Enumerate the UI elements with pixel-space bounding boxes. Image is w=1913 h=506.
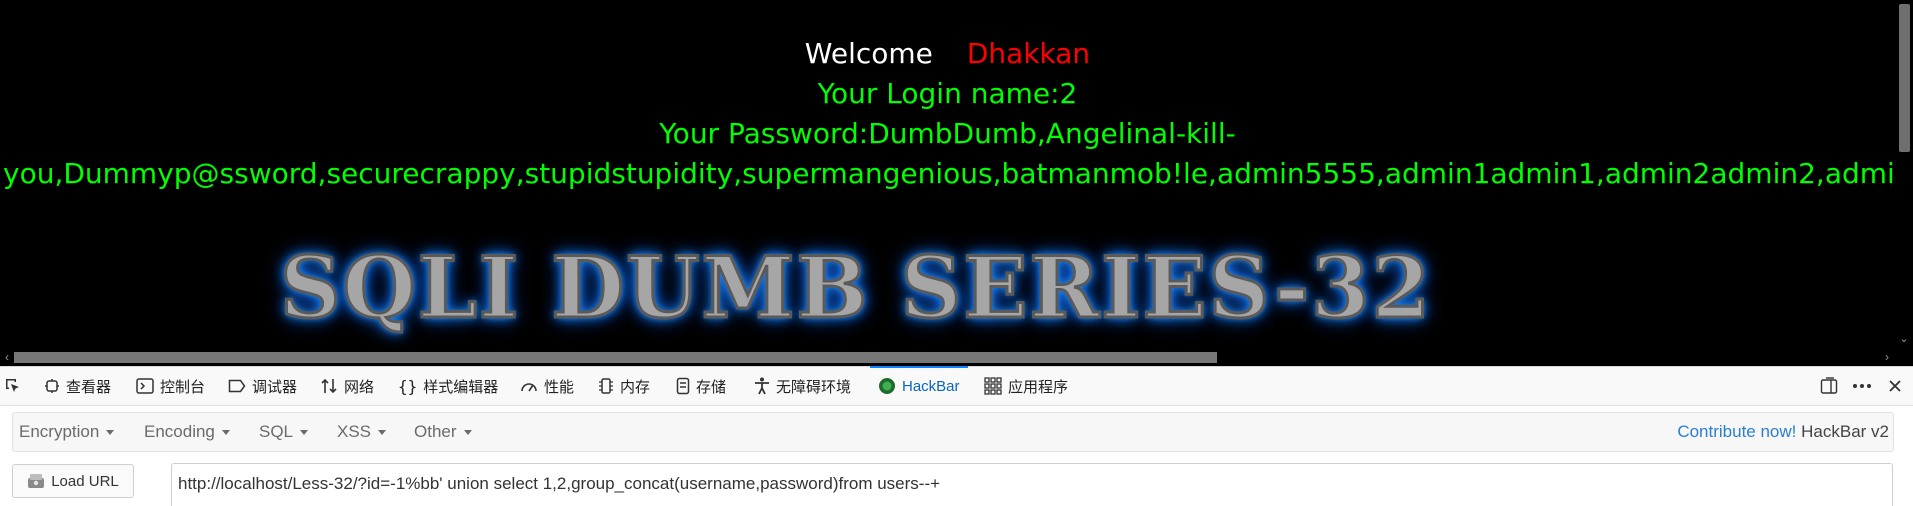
tab-memory[interactable]: 内存 bbox=[598, 367, 650, 405]
tab-storage[interactable]: 存储 bbox=[676, 367, 726, 405]
tab-label: 应用程序 bbox=[1008, 378, 1069, 396]
tab-performance[interactable]: 性能 bbox=[520, 367, 574, 405]
tab-label: 无障碍环境 bbox=[776, 378, 852, 396]
dropdown-label: SQL bbox=[259, 422, 294, 441]
page-viewport: Welcome Dhakkan Your Login name:2 Your Pa… bbox=[0, 0, 1913, 366]
tab-label: HackBar bbox=[902, 377, 960, 395]
dropdown-label: Encoding bbox=[144, 422, 215, 441]
vertical-scrollbar[interactable]: ⌄ bbox=[1895, 0, 1913, 348]
username-text: Dhakkan bbox=[966, 37, 1091, 70]
tab-accessibility[interactable]: 无障碍环境 bbox=[754, 367, 851, 405]
storage-icon bbox=[676, 377, 690, 395]
dock-side-button[interactable] bbox=[1820, 367, 1838, 405]
series-banner-logo: SQLI DUMB SERIES-32 bbox=[278, 238, 1433, 337]
dropdown-label: Encryption bbox=[19, 422, 100, 441]
hackbar-icon bbox=[879, 378, 895, 394]
load-url-label: Load URL bbox=[51, 472, 119, 490]
accessibility-icon bbox=[755, 377, 769, 395]
tab-inspector[interactable]: 查看器 bbox=[44, 367, 111, 405]
scroll-left-icon[interactable]: ‹ bbox=[1, 350, 13, 364]
caret-down-icon bbox=[300, 430, 309, 436]
tab-application[interactable]: 应用程序 bbox=[984, 367, 1068, 405]
page-content: Welcome Dhakkan Your Login name:2 Your Pa… bbox=[0, 0, 1895, 348]
hackbar-menu-bar: Encryption Encoding SQL XSS Other Contri… bbox=[12, 412, 1894, 452]
xss-dropdown[interactable]: XSS bbox=[337, 413, 387, 451]
more-options-button[interactable] bbox=[1852, 367, 1872, 405]
caret-down-icon bbox=[221, 430, 230, 436]
inspector-icon bbox=[45, 379, 59, 393]
scroll-right-icon[interactable]: › bbox=[1881, 350, 1893, 364]
style-editor-icon: {} bbox=[398, 376, 418, 396]
contribute-link[interactable]: Contribute now! bbox=[1677, 422, 1796, 441]
tab-label: 网络 bbox=[344, 378, 375, 396]
tab-network[interactable]: 网络 bbox=[320, 367, 374, 405]
login-name-line: Your Login name:2 bbox=[817, 77, 1078, 110]
caret-down-icon bbox=[378, 430, 387, 436]
vertical-scroll-thumb[interactable] bbox=[1899, 4, 1910, 152]
encryption-dropdown[interactable]: Encryption bbox=[19, 413, 115, 451]
tab-label: 存储 bbox=[696, 378, 727, 396]
welcome-line: Welcome Dhakkan bbox=[0, 34, 1895, 74]
tab-label: 控制台 bbox=[160, 378, 206, 396]
tab-debugger[interactable]: 调试器 bbox=[228, 367, 297, 405]
other-dropdown[interactable]: Other bbox=[414, 413, 472, 451]
tab-label: 查看器 bbox=[66, 378, 112, 396]
dropdown-label: XSS bbox=[337, 422, 372, 441]
caret-down-icon bbox=[463, 430, 472, 436]
load-url-icon bbox=[28, 474, 45, 488]
element-picker-icon bbox=[6, 379, 19, 392]
more-options-icon bbox=[1853, 384, 1871, 388]
dock-side-icon bbox=[1820, 377, 1838, 394]
sql-dropdown[interactable]: SQL bbox=[259, 413, 309, 451]
close-icon bbox=[1889, 380, 1901, 392]
load-url-button[interactable]: Load URL bbox=[12, 464, 134, 498]
caret-down-icon bbox=[106, 430, 115, 436]
scrollbar-corner bbox=[1895, 348, 1913, 366]
tab-console[interactable]: 控制台 bbox=[136, 367, 205, 405]
devtools-toolbar: 查看器 控制台 调试器 网络 {} 样式编辑器 性能 内存 存储 无障碍环境 H… bbox=[0, 366, 1913, 406]
tab-label: 调试器 bbox=[252, 378, 298, 396]
encoding-dropdown[interactable]: Encoding bbox=[144, 413, 230, 451]
element-picker-button[interactable] bbox=[4, 367, 22, 405]
contribute-area: Contribute now! HackBar v2 bbox=[1677, 413, 1889, 451]
console-icon bbox=[136, 378, 154, 394]
tab-label: 内存 bbox=[620, 378, 651, 396]
close-devtools-button[interactable] bbox=[1888, 367, 1902, 405]
password-continuation: you,Dummyp@ssword,securecrappy,stupidstu… bbox=[3, 157, 1895, 190]
performance-icon bbox=[521, 383, 537, 392]
tab-style-editor[interactable]: {} 样式编辑器 bbox=[398, 367, 498, 405]
hackbar-panel: Encryption Encoding SQL XSS Other Contri… bbox=[0, 406, 1913, 506]
password-line: Your Password:DumbDumb,Angelinal-kill- bbox=[659, 117, 1236, 150]
memory-icon bbox=[599, 378, 613, 394]
hackbar-version: HackBar v2 bbox=[1801, 422, 1889, 441]
network-icon bbox=[321, 378, 337, 394]
debugger-icon bbox=[228, 379, 246, 393]
dropdown-label: Other bbox=[414, 422, 457, 441]
horizontal-scrollbar[interactable]: ‹ › bbox=[0, 348, 1895, 366]
application-icon bbox=[984, 377, 1002, 395]
tab-hackbar[interactable]: HackBar bbox=[870, 366, 968, 405]
scroll-down-icon[interactable]: ⌄ bbox=[1898, 334, 1910, 345]
horizontal-scroll-thumb[interactable] bbox=[14, 352, 1217, 363]
tab-label: 性能 bbox=[544, 378, 575, 396]
welcome-label: Welcome bbox=[804, 37, 933, 70]
url-input[interactable]: http://localhost/Less-32/?id=-1%bb' unio… bbox=[171, 463, 1893, 506]
tab-label: 样式编辑器 bbox=[423, 378, 499, 396]
